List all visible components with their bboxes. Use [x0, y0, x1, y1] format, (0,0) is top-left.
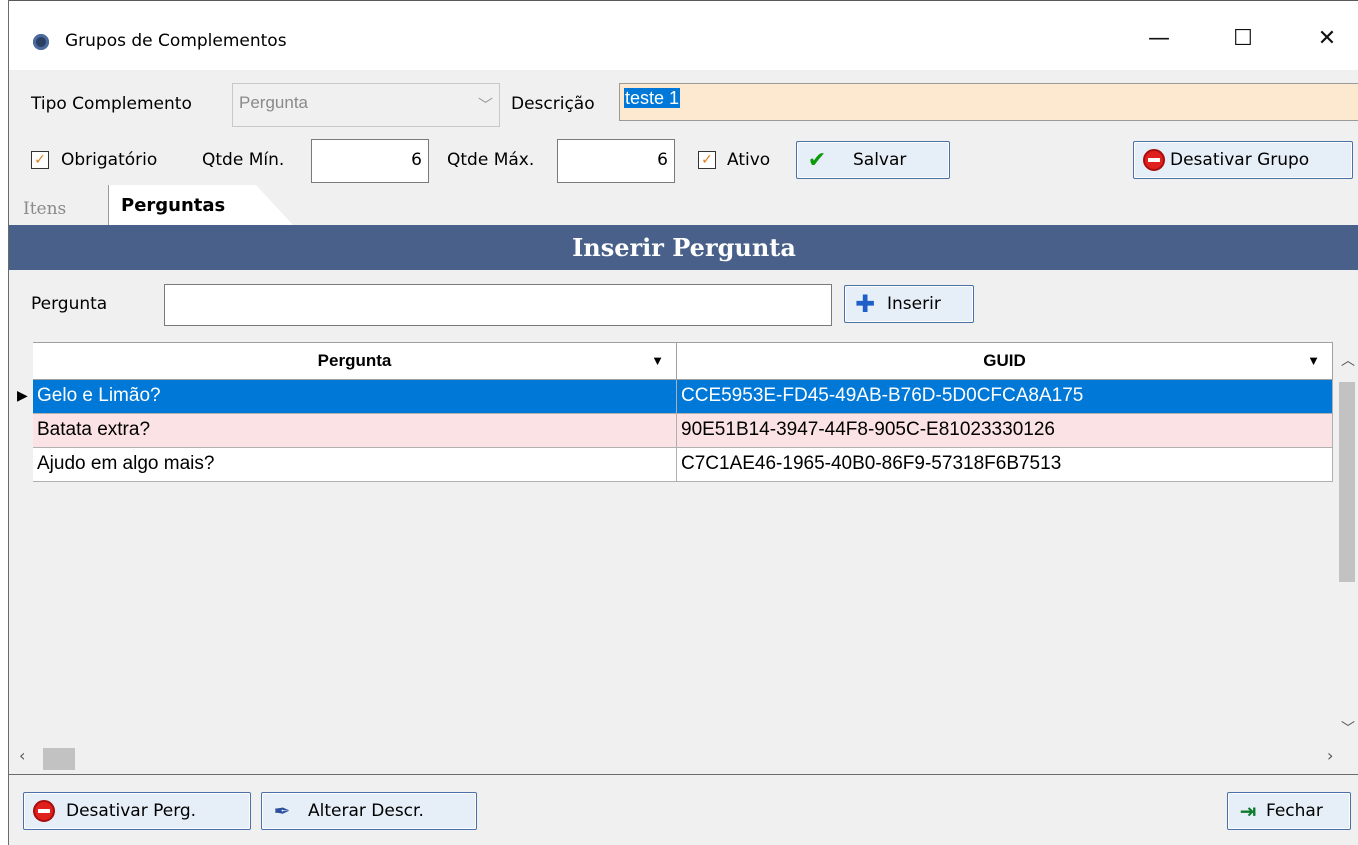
window: Grupos de Complementos — ☐ ✕ Tipo Comple…	[8, 0, 1358, 845]
tab-itens[interactable]: Itens	[13, 191, 123, 225]
column-header-pergunta-label: Pergunta	[317, 351, 392, 370]
vertical-scrollbar[interactable]: ︿ ﹀	[1335, 342, 1358, 742]
table-row[interactable]: Batata extra? 90E51B14-3947-44F8-905C-E8…	[33, 414, 1333, 448]
tipo-complemento-value: Pergunta	[239, 93, 308, 112]
desativar-grupo-button[interactable]: Desativar Grupo	[1133, 141, 1353, 179]
vertical-scroll-thumb[interactable]	[1339, 382, 1355, 582]
horizontal-scrollbar[interactable]: ‹ ›	[9, 742, 1358, 774]
title-bar: Grupos de Complementos — ☐ ✕	[9, 0, 1358, 70]
column-filter-icon[interactable]: ▼	[651, 353, 664, 368]
column-header-guid-label: GUID	[983, 351, 1026, 370]
footer-bar: Desativar Perg. ✒ Alterar Descr. ⇥ Fecha…	[9, 774, 1358, 845]
table-row[interactable]: Ajudo em algo mais? C7C1AE46-1965-40B0-8…	[33, 448, 1333, 482]
descricao-value: teste 1	[624, 88, 681, 108]
row-indicators: ▶	[9, 380, 33, 414]
desativar-grupo-label: Desativar Grupo	[1170, 150, 1310, 170]
pen-icon: ✒	[273, 799, 291, 823]
scroll-down-icon[interactable]: ﹀	[1341, 718, 1355, 738]
column-filter-icon[interactable]: ▼	[1307, 353, 1320, 368]
column-header-guid[interactable]: GUID ▼	[677, 343, 1333, 379]
pergunta-cell[interactable]: Batata extra?	[33, 414, 677, 447]
guid-cell[interactable]: C7C1AE46-1965-40B0-86F9-57318F6B7513	[677, 448, 1333, 481]
fechar-button[interactable]: ⇥ Fechar	[1227, 792, 1351, 830]
column-header-pergunta[interactable]: Pergunta ▼	[33, 343, 677, 379]
ativo-checkbox[interactable]: ✓	[698, 151, 716, 169]
tab-perguntas[interactable]: Perguntas	[108, 185, 293, 225]
close-button[interactable]: ✕	[1297, 13, 1357, 63]
tab-strip: Itens Perguntas	[9, 183, 1358, 225]
stop-icon	[33, 800, 55, 822]
desativar-perg-button[interactable]: Desativar Perg.	[23, 792, 251, 830]
pergunta-cell[interactable]: Ajudo em algo mais?	[33, 448, 677, 481]
grid-area: ▶ Pergunta ▼ GUID ▼ Gelo e Limão? CCE595…	[9, 342, 1358, 774]
qtde-max-label: Qtde Máx.	[447, 150, 535, 170]
pergunta-label: Pergunta	[31, 294, 108, 314]
salvar-button[interactable]: ✔ Salvar	[796, 141, 950, 179]
tipo-complemento-select[interactable]: Pergunta ﹀	[232, 83, 500, 127]
section-header: Inserir Pergunta	[9, 225, 1358, 270]
descricao-label: Descrição	[511, 94, 595, 114]
checkmark-icon: ✔	[807, 147, 827, 173]
app-icon	[33, 34, 49, 50]
scroll-left-icon[interactable]: ‹	[19, 746, 25, 765]
maximize-button[interactable]: ☐	[1213, 13, 1273, 63]
ativo-label: Ativo	[727, 150, 771, 170]
grid-header: Pergunta ▼ GUID ▼	[33, 342, 1333, 380]
horizontal-scroll-thumb[interactable]	[43, 748, 75, 770]
salvar-label: Salvar	[853, 150, 907, 170]
guid-cell[interactable]: 90E51B14-3947-44F8-905C-E81023330126	[677, 414, 1333, 447]
minimize-button[interactable]: —	[1129, 13, 1189, 63]
qtde-max-input[interactable]: 6	[557, 139, 675, 183]
exit-icon: ⇥	[1239, 799, 1257, 823]
descricao-input[interactable]: teste 1	[619, 83, 1358, 121]
fechar-label: Fechar	[1266, 801, 1323, 821]
desativar-perg-label: Desativar Perg.	[66, 801, 197, 821]
pergunta-input[interactable]	[164, 284, 832, 326]
scroll-up-icon[interactable]: ︿	[1341, 350, 1355, 370]
chevron-down-icon[interactable]: ﹀	[478, 94, 493, 115]
plus-icon: ✚	[854, 290, 876, 318]
guid-cell[interactable]: CCE5953E-FD45-49AB-B76D-5D0CFCA8A175	[677, 380, 1333, 413]
current-row-icon: ▶	[17, 388, 28, 404]
alterar-descr-button[interactable]: ✒ Alterar Descr.	[261, 792, 477, 830]
alterar-descr-label: Alterar Descr.	[308, 801, 424, 821]
obrigatorio-label: Obrigatório	[61, 150, 158, 170]
window-title: Grupos de Complementos	[65, 31, 287, 51]
qtde-min-input[interactable]: 6	[311, 139, 429, 183]
inserir-label: Inserir	[887, 294, 941, 314]
stop-icon-wrap	[1142, 148, 1166, 172]
qtde-min-label: Qtde Mín.	[202, 150, 285, 170]
pergunta-cell[interactable]: Gelo e Limão?	[33, 380, 677, 413]
obrigatorio-checkbox[interactable]: ✓	[31, 151, 49, 169]
perguntas-grid: Pergunta ▼ GUID ▼ Gelo e Limão? CCE5953E…	[33, 342, 1333, 482]
tipo-complemento-label: Tipo Complemento	[31, 94, 192, 114]
stop-icon	[1143, 149, 1165, 171]
inserir-button[interactable]: ✚ Inserir	[844, 285, 974, 323]
scroll-right-icon[interactable]: ›	[1327, 746, 1333, 765]
stop-icon-wrap	[32, 799, 56, 823]
table-row[interactable]: Gelo e Limão? CCE5953E-FD45-49AB-B76D-5D…	[33, 380, 1333, 414]
